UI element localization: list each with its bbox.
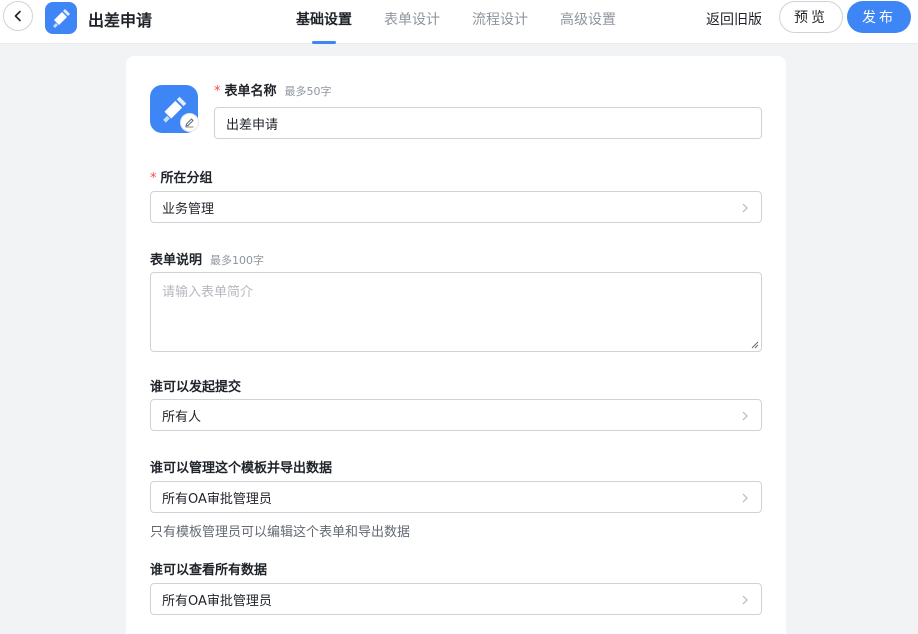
viewers-value: 所有OA审批管理员 [162,593,272,609]
chevron-right-icon [742,493,748,503]
required-mark: * [214,84,221,99]
managers-helper-text: 只有模板管理员可以编辑这个表单和导出数据 [150,525,411,540]
description-textarea[interactable]: 请输入表单简介 [150,272,762,352]
viewers-label: 谁可以查看所有数据 [150,563,268,578]
form-name-label-text: 表单名称 [224,84,277,99]
settings-card: * 表单名称 最多50字 出差申请 * 所在分组 业务管理 表单说明 最多100字 请输… [126,56,786,634]
description-label: 表单说明 最多100字 [150,249,264,268]
form-name-value: 出差申请 [226,117,279,133]
tab-form-design[interactable]: 表单设计 [384,0,440,44]
submitters-select[interactable]: 所有人 [150,399,762,431]
tab-flow-design[interactable]: 流程设计 [472,0,528,44]
submitters-label: 谁可以发起提交 [150,380,242,395]
group-label-text: 所在分组 [160,171,213,186]
tab-basic-settings[interactable]: 基础设置 [296,0,352,44]
group-label: * 所在分组 [150,167,213,186]
form-name-label: * 表单名称 最多50字 [214,80,332,99]
group-select[interactable]: 业务管理 [150,191,762,223]
submitters-value: 所有人 [162,409,202,425]
resize-grip-icon[interactable] [751,341,759,349]
chevron-right-icon [742,203,748,213]
pen-icon [53,9,70,28]
back-button[interactable] [3,1,33,31]
page-title: 出差申请 [88,11,153,30]
app-icon [45,2,77,34]
managers-value: 所有OA审批管理员 [162,491,272,507]
chevron-right-icon [742,595,748,605]
return-old-version-link[interactable]: 返回旧版 [706,9,762,29]
tab-advanced-settings[interactable]: 高级设置 [560,0,616,44]
preview-button[interactable]: 预览 [779,1,843,33]
tab-bar: 基础设置 表单设计 流程设计 高级设置 [296,0,648,44]
required-mark: * [150,171,157,186]
edit-icon-button[interactable] [181,114,198,131]
top-bar: 出差申请 基础设置 表单设计 流程设计 高级设置 返回旧版 预览 发布 [0,0,918,44]
chevron-right-icon [742,411,748,421]
form-name-input[interactable]: 出差申请 [214,107,762,139]
form-name-hint: 最多50字 [284,85,332,98]
chevron-left-icon [14,10,21,22]
description-hint: 最多100字 [210,254,265,267]
description-placeholder: 请输入表单简介 [162,285,254,300]
group-value: 业务管理 [162,201,215,217]
pencil-icon [185,118,194,128]
viewers-select[interactable]: 所有OA审批管理员 [150,583,762,615]
managers-select[interactable]: 所有OA审批管理员 [150,481,762,513]
publish-button[interactable]: 发布 [847,1,911,33]
managers-label: 谁可以管理这个模板并导出数据 [150,461,333,476]
description-label-text: 表单说明 [150,253,203,268]
